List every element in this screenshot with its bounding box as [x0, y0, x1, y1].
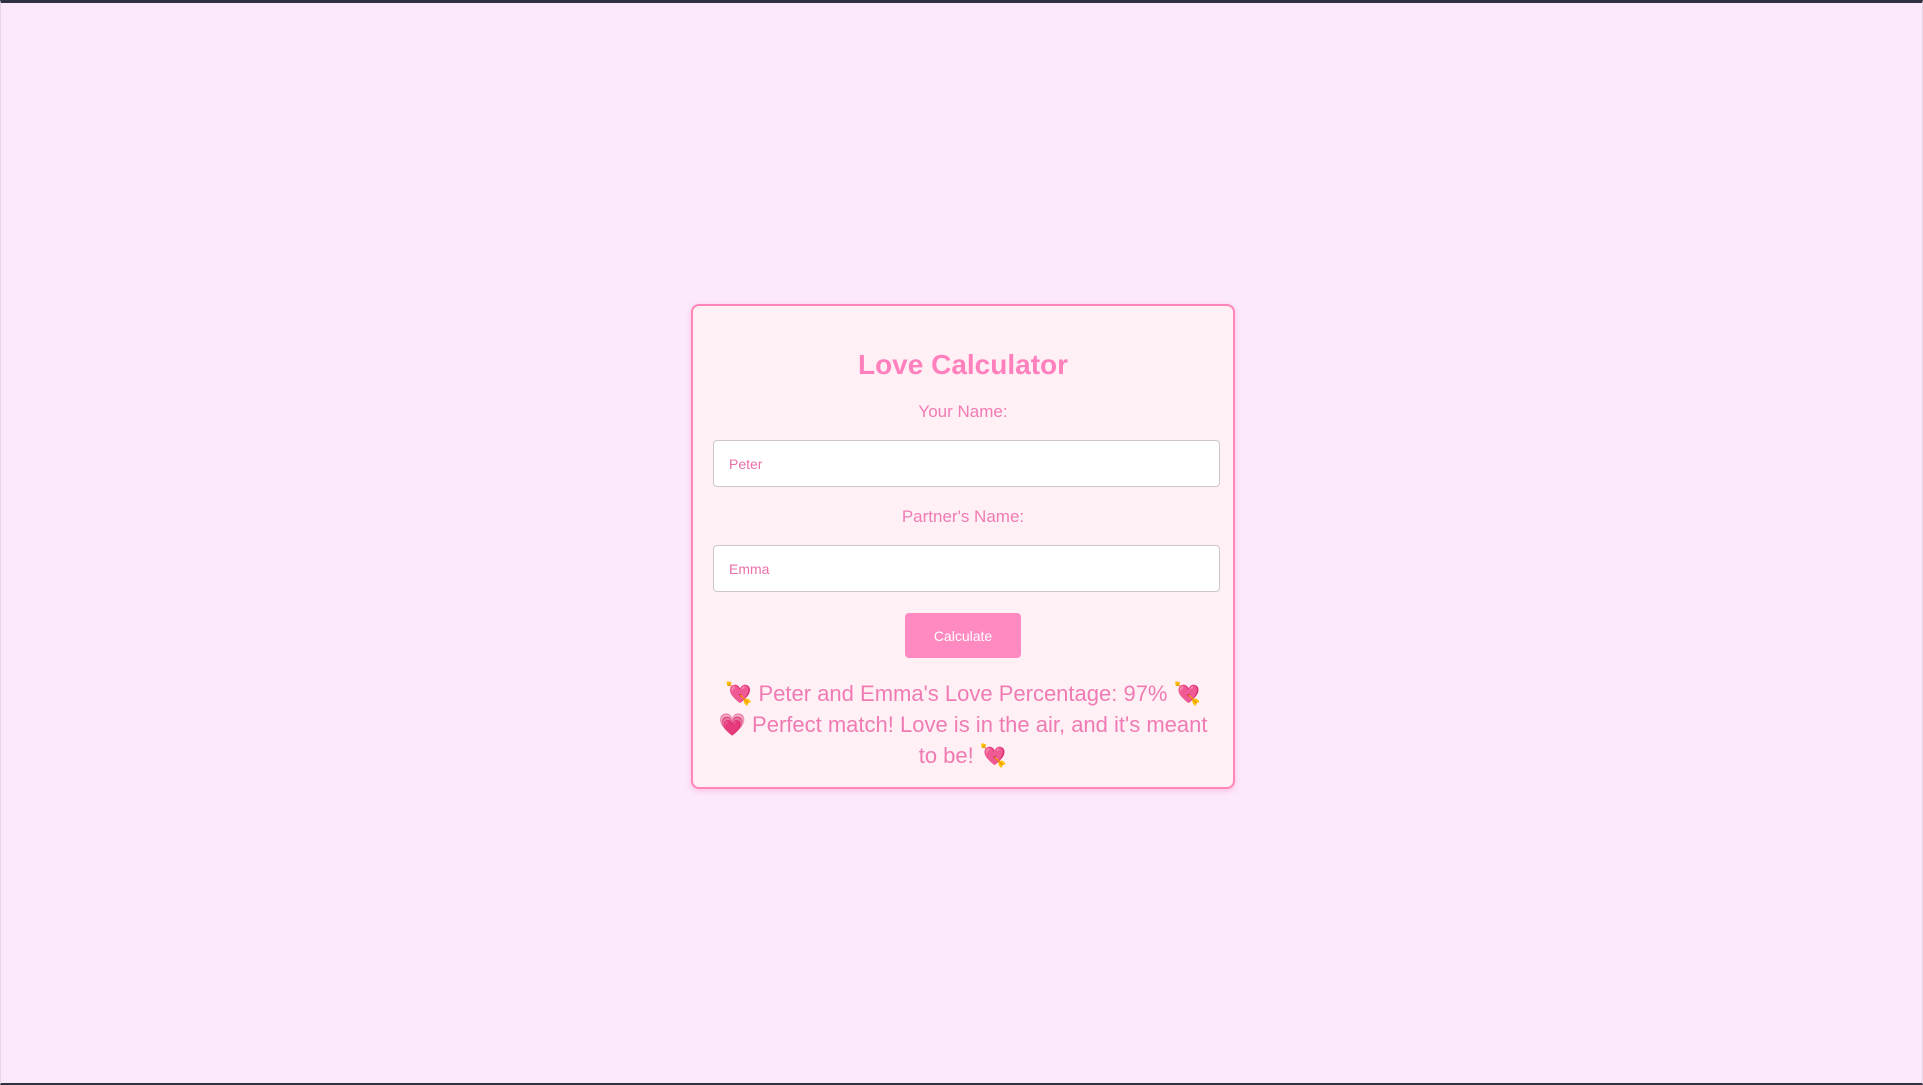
love-calculator-card: Love Calculator Your Name: Partner's Nam…	[691, 304, 1235, 789]
browser-viewport: Love Calculator Your Name: Partner's Nam…	[0, 0, 1923, 1085]
heart-arrow-icon: 💘	[1173, 682, 1202, 707]
growing-heart-icon: 💗	[718, 713, 746, 738]
calculate-button[interactable]: Calculate	[905, 613, 1021, 658]
page-title: Love Calculator	[857, 349, 1069, 380]
love-percentage-text: Peter and Emma's Love Percentage: 97%	[758, 681, 1168, 706]
your-name-input[interactable]	[713, 440, 1220, 487]
your-name-label: Your Name:	[918, 402, 1008, 421]
heart-arrow-icon: 💘	[724, 682, 753, 707]
partner-name-input[interactable]	[713, 545, 1220, 592]
partner-name-label: Partner's Name:	[901, 507, 1025, 526]
heart-arrow-icon: 💘	[979, 744, 1008, 769]
result-message: 💘 Peter and Emma's Love Percentage: 97% …	[715, 679, 1211, 772]
